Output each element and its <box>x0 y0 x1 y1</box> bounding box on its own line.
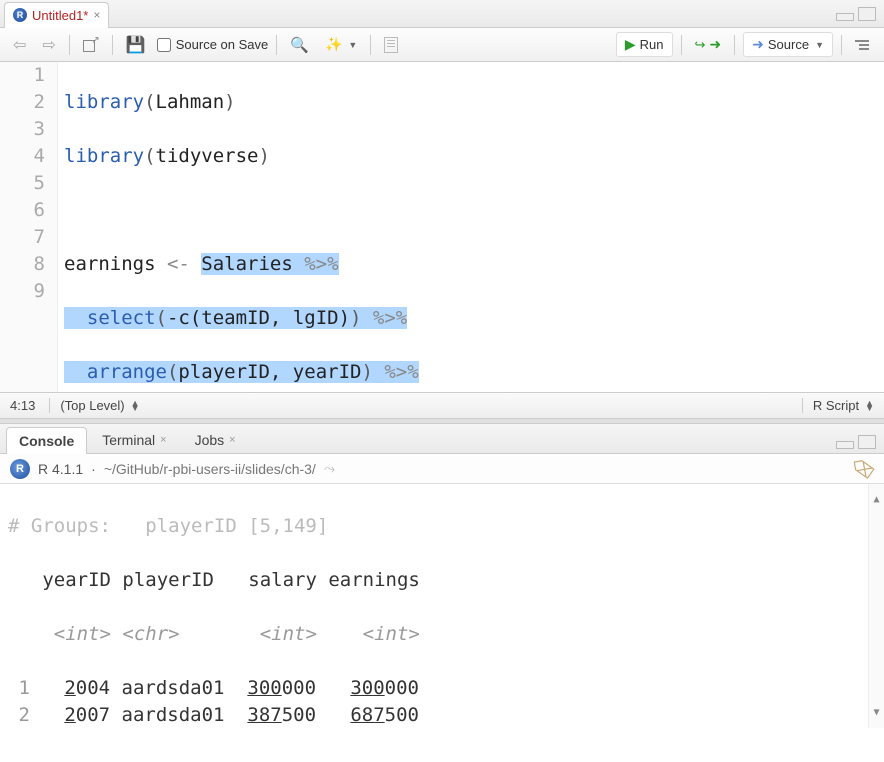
scrollbar[interactable]: ▲ ▼ <box>868 484 884 728</box>
console-output[interactable]: # Groups: playerID [5,149] yearID player… <box>0 484 884 728</box>
minimize-pane-icon[interactable] <box>836 13 854 21</box>
updown-icon: ▲▼ <box>865 401 874 411</box>
arrow-right-icon: ⇨ <box>42 35 55 55</box>
maximize-pane-icon[interactable] <box>858 435 876 449</box>
scroll-up-icon[interactable]: ▲ <box>871 484 881 515</box>
tab-console[interactable]: Console <box>6 427 87 454</box>
outline-icon <box>855 38 871 52</box>
tab-title: Untitled1* <box>32 8 88 23</box>
run-arrow-icon: ▶ <box>625 36 636 53</box>
run-button[interactable]: ▶ Run <box>616 32 673 57</box>
pane-window-controls <box>836 435 884 453</box>
go-icon: ➜ <box>709 36 721 53</box>
search-icon: 🔍 <box>290 36 309 54</box>
notebook-icon <box>384 37 398 53</box>
console-toolbar: R R 4.1.1 · ~/GitHub/r-pbi-users-ii/slid… <box>0 454 884 484</box>
r-file-icon: R <box>13 8 27 22</box>
source-on-save-checkbox[interactable]: Source on Save <box>157 37 269 52</box>
close-icon[interactable]: × <box>93 8 100 22</box>
editor-tab-bar: R Untitled1* × <box>0 0 884 28</box>
goto-directory-icon[interactable]: ⤳ <box>324 460 335 477</box>
arrow-left-icon: ⇦ <box>13 35 26 55</box>
source-on-save-input[interactable] <box>157 38 171 52</box>
code-content[interactable]: library(Lahman) library(tidyverse) earni… <box>58 62 884 392</box>
save-button[interactable]: 💾 <box>121 32 151 58</box>
table-row: 2 2007 aardsda01 387500 687500 <box>8 702 876 728</box>
source-button[interactable]: ➜ Source ▼ <box>743 32 833 57</box>
r-logo-icon: R <box>10 459 30 479</box>
minimize-pane-icon[interactable] <box>836 441 854 449</box>
close-icon[interactable]: × <box>160 434 166 446</box>
find-button[interactable]: 🔍 <box>285 33 314 57</box>
save-icon: 💾 <box>126 35 146 55</box>
cursor-position: 4:13 <box>10 398 35 413</box>
editor-toolbar: ⇦ ⇨ 💾 Source on Save 🔍 ✨▼ ▶ Run ↪➜ ➜ Sou… <box>0 28 884 62</box>
rerun-icon: ↪ <box>695 37 706 53</box>
console-line: # Groups: playerID [5,149] <box>8 513 876 540</box>
working-directory[interactable]: ~/GitHub/r-pbi-users-ii/slides/ch-3/ <box>104 461 316 477</box>
table-types: <int> <chr> <int> <int> <box>8 621 876 648</box>
tab-jobs[interactable]: Jobs× <box>182 426 249 453</box>
rerun-button[interactable]: ↪➜ <box>690 33 727 56</box>
code-tools-button[interactable]: ✨▼ <box>320 33 362 56</box>
source-on-save-label: Source on Save <box>176 37 269 52</box>
pane-window-controls <box>836 7 884 21</box>
close-icon[interactable]: × <box>229 434 235 446</box>
code-editor[interactable]: 1 2 3 4 5 6 7 8 9 library(Lahman) librar… <box>0 62 884 392</box>
wand-icon: ✨ <box>325 36 342 53</box>
run-label: Run <box>640 37 664 52</box>
source-label: Source <box>768 37 809 52</box>
chevron-down-icon: ▼ <box>815 40 824 50</box>
updown-icon: ▲▼ <box>131 401 140 411</box>
tab-terminal[interactable]: Terminal× <box>89 426 179 453</box>
console-tab-bar: Console Terminal× Jobs× <box>0 424 884 454</box>
editor-status-bar: 4:13 (Top Level) ▲▼ R Script ▲▼ <box>0 392 884 418</box>
table-header: yearID playerID salary earnings <box>8 567 876 594</box>
forward-button[interactable]: ⇨ <box>37 32 60 58</box>
scroll-down-icon[interactable]: ▼ <box>871 697 881 728</box>
line-gutter: 1 2 3 4 5 6 7 8 9 <box>0 62 58 392</box>
maximize-pane-icon[interactable] <box>858 7 876 21</box>
clear-console-icon[interactable]: ⌫ <box>848 454 878 483</box>
compile-report-button[interactable] <box>379 34 403 56</box>
language-selector[interactable]: R Script ▲▼ <box>802 398 874 413</box>
editor-tab[interactable]: R Untitled1* × <box>4 2 109 28</box>
table-row: 1 2004 aardsda01 300000 300000 <box>8 675 876 702</box>
chevron-down-icon: ▼ <box>348 40 357 50</box>
popout-icon <box>83 38 99 52</box>
back-button[interactable]: ⇦ <box>8 32 31 58</box>
r-version: R 4.1.1 <box>38 461 83 477</box>
scope-selector[interactable]: (Top Level) ▲▼ <box>49 398 139 413</box>
source-arrow-icon: ➜ <box>752 36 764 53</box>
outline-button[interactable] <box>850 35 876 55</box>
popout-button[interactable] <box>78 35 104 55</box>
